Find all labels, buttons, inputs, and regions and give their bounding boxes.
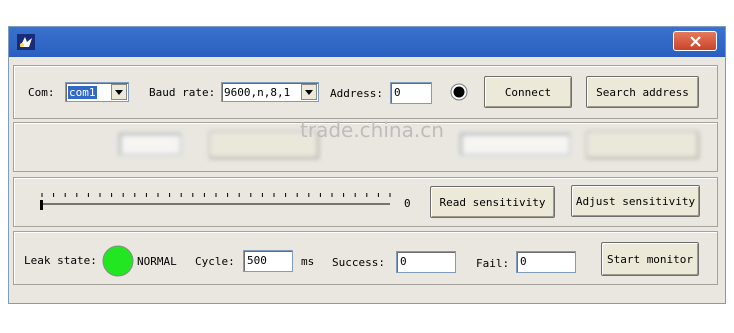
- obscured-input: [460, 133, 570, 155]
- read-sensitivity-button[interactable]: Read sensitivity: [430, 186, 555, 218]
- monitor-group: Leak state: NORMAL Cycle: 500 ms Success…: [13, 231, 718, 285]
- cycle-unit: ms: [301, 255, 315, 268]
- baud-rate-dropdown-button[interactable]: [301, 84, 317, 100]
- address-label: Address:: [330, 87, 383, 100]
- com-dropdown-button[interactable]: [111, 84, 127, 100]
- com-value: com1: [68, 86, 97, 99]
- fail-label: Fail:: [476, 257, 510, 270]
- leak-state-indicator: [102, 245, 134, 277]
- com-select[interactable]: com1: [65, 82, 129, 102]
- obscured-button: [209, 131, 319, 159]
- close-button[interactable]: [673, 31, 717, 51]
- start-monitor-button[interactable]: Start monitor: [601, 242, 699, 276]
- baud-rate-label: Baud rate:: [149, 86, 216, 99]
- main-window: Com: com1 Baud rate: 9600,n,8,1 Address:…: [8, 26, 726, 304]
- baud-rate-value: 9600,n,8,1: [224, 86, 291, 99]
- app-icon: [17, 34, 35, 50]
- fail-count-input[interactable]: 0: [516, 251, 576, 273]
- chevron-down-icon: [115, 90, 123, 95]
- search-address-button[interactable]: Search address: [586, 76, 699, 108]
- obscured-button: [586, 131, 699, 159]
- obscured-input: [119, 133, 181, 155]
- cycle-label: Cycle:: [195, 255, 235, 268]
- com-label: Com:: [28, 86, 55, 99]
- success-label: Success:: [332, 256, 385, 269]
- slider-track: [41, 193, 391, 205]
- sensitivity-slider[interactable]: [40, 190, 392, 212]
- obscured-group: [13, 122, 718, 172]
- connection-group: Com: com1 Baud rate: 9600,n,8,1 Address:…: [13, 65, 718, 119]
- slider-thumb[interactable]: [40, 200, 43, 210]
- title-bar[interactable]: [9, 27, 725, 57]
- success-count-input[interactable]: 0: [396, 251, 456, 273]
- leak-status-text: NORMAL: [137, 255, 177, 268]
- adjust-sensitivity-button[interactable]: Adjust sensitivity: [571, 185, 700, 217]
- connection-status-indicator: [450, 83, 468, 101]
- client-area: Com: com1 Baud rate: 9600,n,8,1 Address:…: [9, 57, 725, 305]
- leak-state-label: Leak state:: [24, 254, 97, 267]
- connect-button[interactable]: Connect: [484, 76, 572, 108]
- chevron-down-icon: [305, 90, 313, 95]
- sensitivity-value: 0: [404, 197, 411, 210]
- cycle-input[interactable]: 500: [243, 250, 293, 272]
- address-input[interactable]: 0: [390, 82, 432, 104]
- close-icon: [690, 36, 701, 47]
- baud-rate-select[interactable]: 9600,n,8,1: [221, 82, 319, 102]
- sensitivity-group: 0 Read sensitivity Adjust sensitivity: [13, 177, 718, 227]
